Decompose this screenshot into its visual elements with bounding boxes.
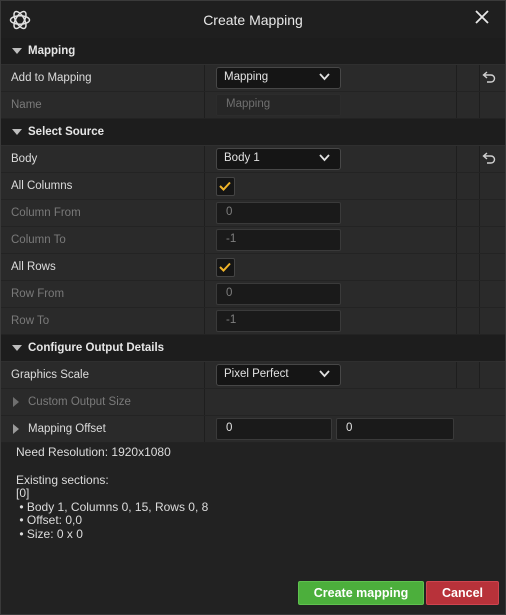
expand-triangle-icon	[13, 424, 19, 434]
field-label: Graphics Scale	[11, 369, 89, 381]
field-label: Row To	[11, 315, 50, 327]
mapping-info: Need Resolution: 1920x1080 Existing secti…	[16, 445, 209, 541]
row-all-columns: All Columns	[1, 173, 505, 200]
existing-sections-header: Existing sections:	[16, 472, 109, 487]
offset-y-input[interactable]: 0	[336, 418, 454, 440]
row-column-to: Column To -1	[1, 227, 505, 254]
field-label: Column From	[11, 207, 81, 219]
body-dropdown[interactable]: Body 1	[216, 148, 341, 170]
section-select-source[interactable]: Select Source	[1, 119, 505, 146]
collapse-triangle-icon	[12, 48, 22, 54]
need-resolution-text: Need Resolution: 1920x1080	[16, 445, 171, 459]
row-graphics-scale: Graphics Scale Pixel Perfect	[1, 362, 505, 389]
row-add-to-mapping: Add to Mapping Mapping	[1, 65, 505, 92]
field-label: Add to Mapping	[11, 72, 92, 84]
add-to-mapping-dropdown[interactable]: Mapping	[216, 67, 341, 89]
cancel-button[interactable]: Cancel	[426, 581, 499, 605]
section-configure-output[interactable]: Configure Output Details	[1, 335, 505, 362]
row-row-to: Row To -1	[1, 308, 505, 335]
field-label: Body	[11, 153, 38, 165]
row-mapping-offset[interactable]: Mapping Offset 0 0	[1, 416, 505, 443]
field-label: All Rows	[11, 261, 56, 273]
column-to-input[interactable]: -1	[216, 229, 341, 251]
section-label: Select Source	[28, 126, 105, 138]
row-from-input[interactable]: 0	[216, 283, 341, 305]
row-name: Name Mapping	[1, 92, 505, 119]
chevron-down-icon	[319, 73, 330, 81]
section-label: Mapping	[28, 45, 76, 57]
reset-icon[interactable]	[482, 152, 496, 164]
chevron-down-icon	[319, 370, 330, 378]
field-label: Row From	[11, 288, 65, 300]
column-from-input[interactable]: 0	[216, 202, 341, 224]
row-all-rows: All Rows	[1, 254, 505, 281]
expand-triangle-icon	[13, 397, 19, 407]
field-label: Name	[11, 99, 42, 111]
section-index: [0]	[16, 486, 30, 500]
all-rows-checkbox[interactable]	[216, 258, 235, 277]
row-to-input[interactable]: -1	[216, 310, 341, 332]
section-label: Configure Output Details	[28, 342, 165, 354]
close-icon[interactable]	[473, 8, 491, 26]
graphics-scale-dropdown[interactable]: Pixel Perfect	[216, 364, 341, 386]
section-mapping[interactable]: Mapping	[1, 38, 505, 65]
dialog-title: Create Mapping	[203, 12, 303, 28]
row-row-from: Row From 0	[1, 281, 505, 308]
section-detail: • Offset: 0,0	[16, 513, 83, 527]
field-label: Mapping Offset	[28, 423, 106, 435]
field-label: Column To	[11, 234, 66, 246]
field-label: Custom Output Size	[28, 396, 131, 408]
properties-panel: Mapping Add to Mapping Mapping Name Mapp…	[1, 38, 505, 443]
name-input[interactable]: Mapping	[216, 94, 341, 116]
collapse-triangle-icon	[12, 345, 22, 351]
section-detail: • Body 1, Columns 0, 15, Rows 0, 8	[16, 499, 209, 514]
create-mapping-dialog: Create Mapping Mapping Add to Mapping Ma…	[0, 0, 506, 615]
row-body: Body Body 1	[1, 146, 505, 173]
title-bar: Create Mapping	[1, 1, 505, 38]
collapse-triangle-icon	[12, 129, 22, 135]
reset-icon[interactable]	[482, 71, 496, 83]
section-detail: • Size: 0 x 0	[16, 526, 83, 541]
all-columns-checkbox[interactable]	[216, 177, 235, 196]
row-custom-output-size[interactable]: Custom Output Size	[1, 389, 505, 416]
checkmark-icon	[219, 181, 231, 191]
offset-x-input[interactable]: 0	[216, 418, 332, 440]
chevron-down-icon	[319, 154, 330, 162]
checkmark-icon	[219, 262, 231, 272]
create-mapping-button[interactable]: Create mapping	[298, 581, 424, 605]
field-label: All Columns	[11, 180, 73, 192]
row-column-from: Column From 0	[1, 200, 505, 227]
